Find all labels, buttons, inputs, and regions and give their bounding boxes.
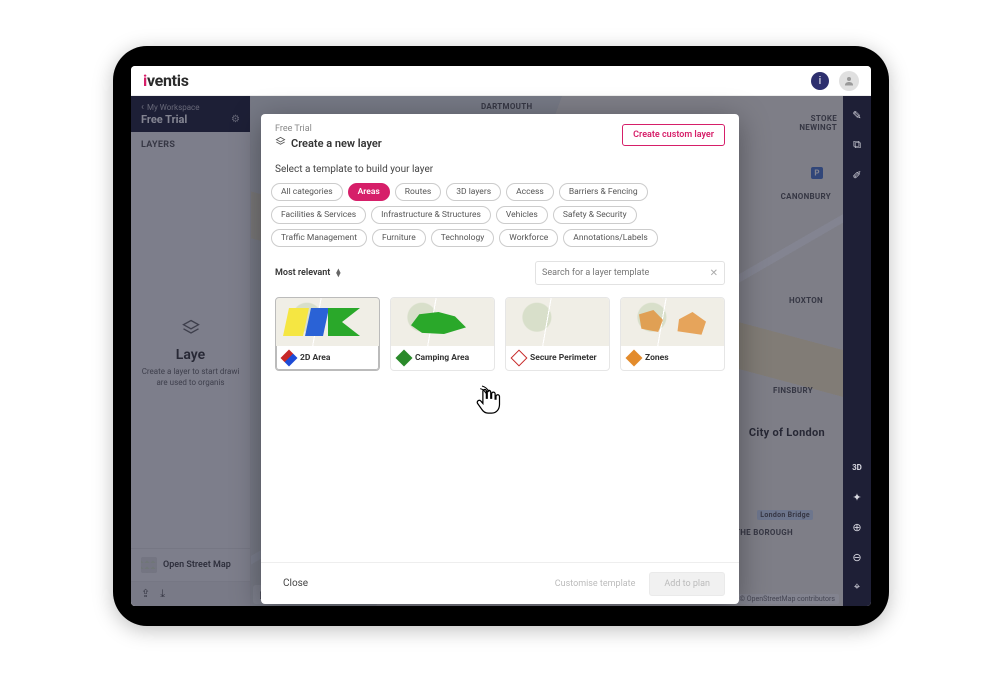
right-toolbar: ✎ ⧉ ✐ 3D ✦ ⊕ ⊖ ⌖ <box>843 96 871 606</box>
modal-breadcrumb: Free Trial <box>275 124 622 134</box>
workspace: My Workspace Free Trial ⚙ LAYERS Laye Cr… <box>131 96 871 606</box>
app-screen: iventis i My Workspace Free Trial ⚙ LAYE… <box>131 66 871 606</box>
avatar[interactable] <box>839 71 859 91</box>
category-chip[interactable]: Facilities & Services <box>271 206 366 224</box>
category-chip[interactable]: Vehicles <box>496 206 548 224</box>
template-name: Zones <box>645 353 669 363</box>
modal-section-label: Select a template to build your layer <box>261 150 739 183</box>
layers-icon <box>275 136 286 150</box>
layer-style-icon <box>511 350 528 367</box>
category-chip[interactable]: Infrastructure & Structures <box>371 206 491 224</box>
layer-style-icon <box>396 350 413 367</box>
search-input[interactable] <box>542 268 704 278</box>
layer-style-icon <box>281 350 298 367</box>
add-to-plan-button[interactable]: Add to plan <box>649 572 725 596</box>
category-chip[interactable]: Access <box>506 183 554 201</box>
modal-header: Free Trial Create a new layer Create cus… <box>261 114 739 150</box>
category-chip[interactable]: Barriers & Fencing <box>559 183 648 201</box>
category-chip[interactable]: Safety & Security <box>553 206 637 224</box>
category-chip[interactable]: Furniture <box>372 229 426 247</box>
zoom-in-icon[interactable]: ⊕ <box>848 518 866 536</box>
create-layer-modal: Free Trial Create a new layer Create cus… <box>261 114 739 604</box>
category-chip[interactable]: Traffic Management <box>271 229 367 247</box>
measure-icon[interactable]: ⧉ <box>848 136 866 154</box>
compass-icon[interactable]: ✦ <box>848 488 866 506</box>
toggle-3d-button[interactable]: 3D <box>848 458 866 476</box>
clear-search-icon[interactable]: ✕ <box>710 268 718 279</box>
category-chip[interactable]: Technology <box>431 229 495 247</box>
sort-caret-icon: ▴▾ <box>336 269 340 277</box>
create-custom-layer-button[interactable]: Create custom layer <box>622 124 725 146</box>
template-cards: 2D Area Camping Area <box>261 291 739 377</box>
tablet-frame: iventis i My Workspace Free Trial ⚙ LAYE… <box>113 46 889 626</box>
category-chip[interactable]: Workforce <box>499 229 558 247</box>
sort-search-row: Most relevant ▴▾ ✕ <box>261 247 739 291</box>
category-chip[interactable]: Routes <box>395 183 441 201</box>
layer-style-icon <box>626 350 643 367</box>
template-card-secure-perimeter[interactable]: Secure Perimeter <box>505 297 610 371</box>
template-thumb <box>391 298 494 346</box>
category-chip[interactable]: Areas <box>348 183 390 201</box>
template-card-zones[interactable]: Zones <box>620 297 725 371</box>
modal-footer: Close Customise template Add to plan <box>261 562 739 604</box>
template-search-box: ✕ <box>535 261 725 285</box>
zoom-out-icon[interactable]: ⊖ <box>848 548 866 566</box>
edit-icon[interactable]: ✐ <box>848 166 866 184</box>
sort-dropdown[interactable]: Most relevant ▴▾ <box>275 268 340 278</box>
category-chip[interactable]: All categories <box>271 183 343 201</box>
template-thumb <box>621 298 724 346</box>
brand-logo: iventis <box>143 71 189 90</box>
category-chip[interactable]: Annotations/Labels <box>563 229 657 247</box>
template-card-2d-area[interactable]: 2D Area <box>275 297 380 371</box>
template-name: Camping Area <box>415 353 469 363</box>
category-chips: All categories Areas Routes 3D layers Access… <box>261 183 739 247</box>
template-name: 2D Area <box>300 353 330 363</box>
pencil-icon[interactable]: ✎ <box>848 106 866 124</box>
modal-title: Create a new layer <box>275 136 622 150</box>
info-icon[interactable]: i <box>811 72 829 90</box>
template-card-camping-area[interactable]: Camping Area <box>390 297 495 371</box>
template-thumb <box>276 298 379 346</box>
locate-icon[interactable]: ⌖ <box>848 578 866 596</box>
category-chip[interactable]: 3D layers <box>446 183 501 201</box>
customise-template-button[interactable]: Customise template <box>551 573 640 595</box>
template-thumb <box>506 298 609 346</box>
close-button[interactable]: Close <box>275 572 316 595</box>
template-name: Secure Perimeter <box>530 353 597 363</box>
topbar: iventis i <box>131 66 871 96</box>
